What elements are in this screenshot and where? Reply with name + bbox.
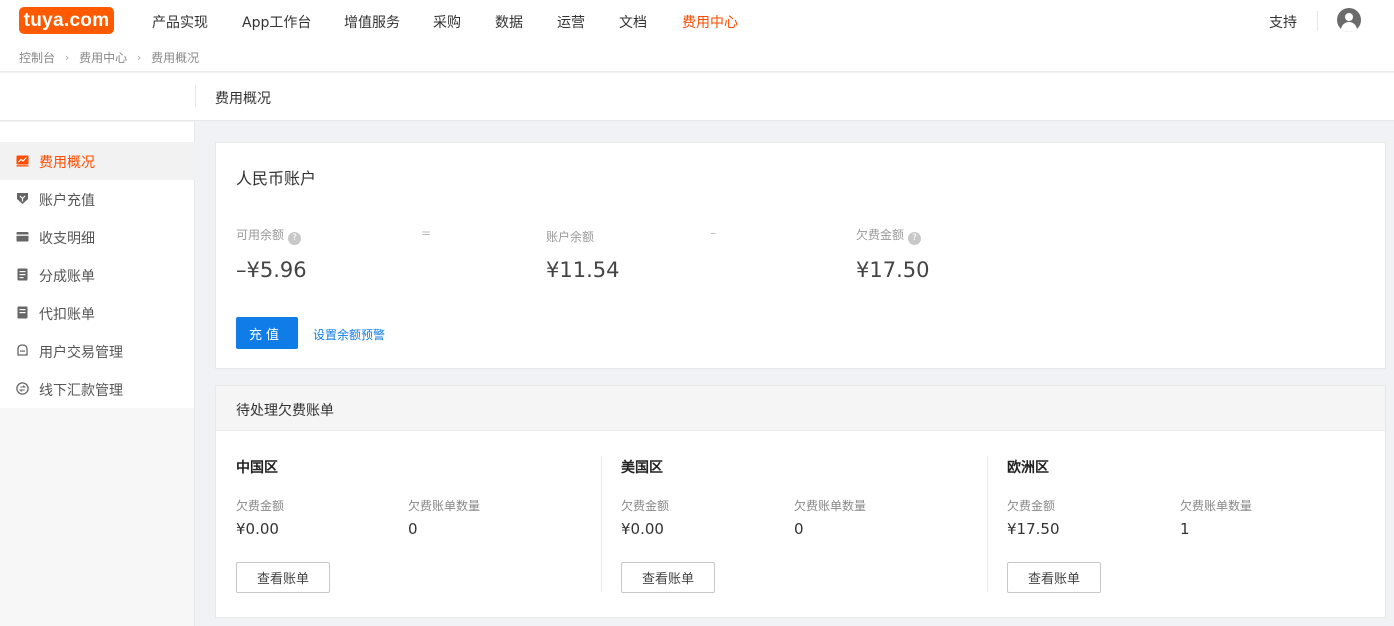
- avatar-body: [1341, 22, 1357, 32]
- pending-bills-title: 待处理欠费账单: [236, 403, 334, 419]
- sidebar-empty-area: [0, 408, 194, 626]
- breadcrumb-billing-overview: 费用概况: [151, 51, 200, 65]
- account-balance-value: ¥11.54: [546, 258, 620, 282]
- breadcrumb: 控制台 › 费用中心 › 费用概况: [19, 49, 199, 66]
- arrears-amount-value: ¥17.50: [1007, 520, 1060, 538]
- pending-bills-header: 待处理欠费账单: [216, 386, 1385, 431]
- account-balance-label: 账户余额: [546, 230, 595, 244]
- nav-item-app-workbench[interactable]: App工作台: [242, 12, 311, 32]
- minus-sign: –: [710, 226, 716, 240]
- nav-item-value-added[interactable]: 增值服务: [344, 12, 400, 32]
- account-title: 人民币账户: [236, 169, 317, 188]
- wallet-icon: [16, 232, 29, 242]
- set-balance-alert-link[interactable]: 设置余额预警: [313, 326, 385, 343]
- pending-bills-card: 待处理欠费账单 中国区 欠费金额 欠费账单数量 ¥0.00 0 查看账单 美国区…: [215, 385, 1386, 618]
- sidebar: 费用概况 账户充值 收支明细 分成账单 代扣账单 用户交易管理 线下汇款管理: [0, 122, 195, 626]
- nav-item-data[interactable]: 数据: [495, 12, 523, 32]
- region-name: 中国区: [236, 460, 278, 476]
- arrears-amount-value: ¥17.50: [856, 258, 930, 282]
- breadcrumb-bar: 控制台 › 费用中心 › 费用概况: [0, 42, 1394, 72]
- deduction-icon: [17, 306, 28, 319]
- nav-item-product[interactable]: 产品实现: [152, 12, 208, 32]
- sidebar-item-label: 费用概况: [39, 155, 95, 171]
- equals-sign: =: [421, 226, 432, 240]
- available-balance-label: 可用余额?: [236, 226, 302, 245]
- remittance-icon: [16, 382, 29, 395]
- bill-icon: [17, 268, 28, 281]
- user-avatar-icon[interactable]: [1337, 8, 1361, 32]
- region-name: 欧洲区: [1007, 460, 1049, 476]
- sidebar-item-revenue-share-bill[interactable]: 分成账单: [0, 256, 195, 294]
- sidebar-item-label: 账户充值: [39, 193, 95, 209]
- sidebar-item-income-expense[interactable]: 收支明细: [0, 218, 195, 256]
- arrears-count-label: 欠费账单数量: [408, 499, 481, 513]
- breadcrumb-billing-center[interactable]: 费用中心: [79, 51, 127, 65]
- view-bills-button[interactable]: 查看账单: [621, 562, 715, 593]
- help-icon[interactable]: ?: [908, 232, 922, 245]
- arrears-count-label: 欠费账单数量: [1180, 499, 1253, 513]
- arrears-amount-value: ¥0.00: [621, 520, 664, 538]
- arrears-amount-label: 欠费金额: [1007, 499, 1056, 513]
- arrears-count-value: 0: [408, 520, 418, 538]
- nav-item-docs[interactable]: 文档: [619, 12, 647, 32]
- nav-divider: [1317, 11, 1318, 31]
- arrears-count-value: 0: [794, 520, 804, 538]
- top-navigation-bar: tuya.com 产品实现 App工作台 增值服务 采购 数据 运营 文档 费用…: [0, 0, 1394, 42]
- sidebar-item-offline-remittance[interactable]: 线下汇款管理: [0, 370, 195, 408]
- breadcrumb-console[interactable]: 控制台: [19, 51, 55, 65]
- transaction-icon: [17, 344, 28, 356]
- arrears-amount-label: 欠费金额: [236, 499, 285, 513]
- sidebar-item-label: 收支明细: [39, 231, 95, 247]
- available-balance-label-text: 可用余额: [236, 228, 285, 242]
- header-divider: [195, 85, 196, 107]
- arrears-amount-label: 欠费金额: [621, 499, 670, 513]
- available-balance-value: –¥5.96: [236, 258, 307, 282]
- sidebar-item-user-transactions[interactable]: 用户交易管理: [0, 332, 195, 370]
- sidebar-item-account-recharge[interactable]: 账户充值: [0, 180, 195, 218]
- page-header: 费用概况: [0, 73, 1394, 121]
- support-link[interactable]: 支持: [1269, 12, 1297, 32]
- region-europe: 欧洲区 欠费金额 欠费账单数量 ¥17.50 1 查看账单: [987, 431, 1372, 618]
- arrears-count-value: 1: [1180, 520, 1190, 538]
- chart-icon: [16, 155, 29, 167]
- arrears-amount-label: 欠费金额?: [856, 226, 922, 245]
- region-name: 美国区: [621, 460, 663, 476]
- nav-item-operations[interactable]: 运营: [557, 12, 585, 32]
- rmb-account-card: 人民币账户 可用余额? –¥5.96 = 账户余额 ¥11.54 – 欠费金额?…: [215, 142, 1386, 369]
- sidebar-item-label: 分成账单: [39, 269, 95, 285]
- region-usa: 美国区 欠费金额 欠费账单数量 ¥0.00 0 查看账单: [601, 431, 986, 618]
- chevron-right-icon: ›: [136, 51, 142, 64]
- arrears-count-label: 欠费账单数量: [794, 499, 867, 513]
- view-bills-button[interactable]: 查看账单: [1007, 562, 1101, 593]
- arrears-amount-label-text: 欠费金额: [856, 228, 905, 242]
- nav-item-billing-center[interactable]: 费用中心: [682, 12, 738, 32]
- nav-item-purchase[interactable]: 采购: [433, 12, 461, 32]
- avatar-head: [1345, 13, 1353, 21]
- sidebar-item-label: 代扣账单: [39, 307, 95, 323]
- sidebar-item-withholding-bill[interactable]: 代扣账单: [0, 294, 195, 332]
- sidebar-item-billing-overview[interactable]: 费用概况: [0, 142, 195, 180]
- arrears-amount-value: ¥0.00: [236, 520, 279, 538]
- page-title: 费用概况: [215, 91, 271, 107]
- view-bills-button[interactable]: 查看账单: [236, 562, 330, 593]
- tuya-logo[interactable]: tuya.com: [19, 7, 114, 34]
- help-icon[interactable]: ?: [288, 232, 302, 245]
- chevron-right-icon: ›: [64, 51, 70, 64]
- region-china: 中国区 欠费金额 欠费账单数量 ¥0.00 0 查看账单: [216, 431, 601, 618]
- recharge-icon: [17, 193, 28, 204]
- sidebar-item-label: 线下汇款管理: [39, 383, 123, 399]
- recharge-button[interactable]: 充值: [236, 317, 298, 349]
- sidebar-item-label: 用户交易管理: [39, 345, 123, 361]
